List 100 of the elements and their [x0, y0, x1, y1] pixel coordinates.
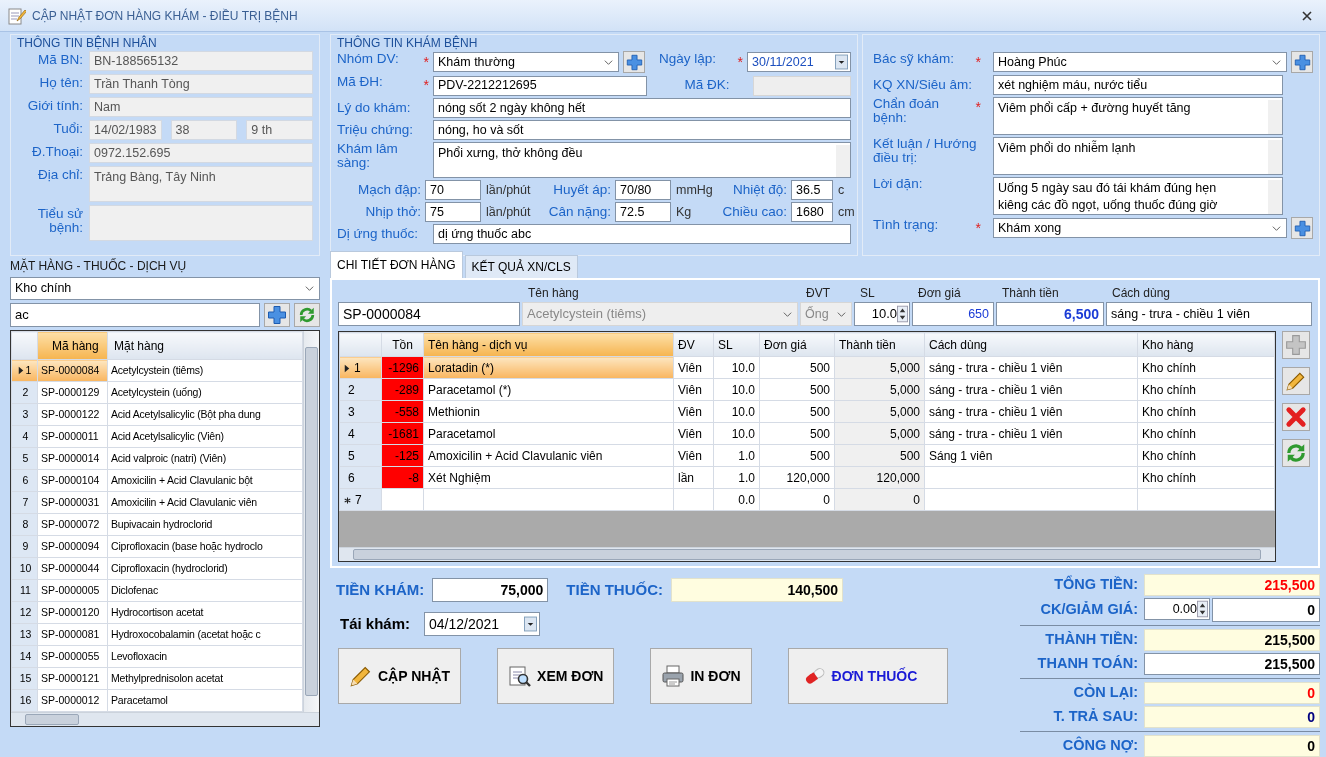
horizontal-scrollbar[interactable] [339, 547, 1275, 561]
row-header[interactable]: 5 [339, 444, 382, 467]
text-field[interactable]: dị ứng thuốc abc [433, 224, 851, 244]
tab[interactable]: KẾT QUẢ XN/CLS [464, 255, 578, 278]
dropdown[interactable]: Khám thường [433, 52, 619, 72]
text-field[interactable]: 9 th [246, 120, 313, 140]
field-label: Tái khám: [340, 613, 411, 634]
text-field[interactable]: nóng, ho và sốt [433, 120, 851, 140]
table-cell: Ciprofloxacin (base hoặc hydroclo [107, 535, 303, 558]
dropdown[interactable]: Kho chính [10, 277, 320, 300]
printer-icon [661, 664, 686, 688]
column-header[interactable]: Cách dùng [924, 332, 1138, 357]
row-header[interactable]: 14 [11, 645, 38, 668]
field-label: SL [859, 285, 876, 302]
text-field[interactable]: 36.5 [791, 180, 833, 200]
delete-button[interactable] [1282, 403, 1310, 431]
tab[interactable]: CHI TIẾT ĐƠN HÀNG [330, 251, 463, 278]
text-field[interactable]: sáng - trưa - chiều 1 viên [1106, 302, 1312, 326]
row-header[interactable]: 5 [11, 447, 38, 470]
text-field[interactable]: 650 [912, 302, 994, 326]
text-field[interactable]: 75 [425, 202, 481, 222]
add-button[interactable] [264, 303, 290, 327]
text-area[interactable]: Phổi xưng, thở không đều [433, 142, 851, 178]
text-area[interactable]: Viêm phổi do nhiễm lạnh [993, 137, 1283, 175]
spinner[interactable]: 0.00 [1144, 598, 1210, 620]
row-header[interactable]: 16 [11, 689, 38, 712]
date-picker[interactable]: 04/12/2021 [424, 612, 541, 636]
text-field[interactable]: nóng sốt 2 ngày không hết [433, 98, 851, 118]
action-button[interactable]: XEM ĐƠN [497, 648, 615, 704]
row-header[interactable]: 4 [11, 425, 38, 448]
row-header[interactable]: 4 [339, 422, 382, 445]
row-header[interactable]: 6 [11, 469, 38, 492]
action-button[interactable]: CẬP NHẬT [338, 648, 462, 704]
text-field[interactable] [89, 205, 313, 241]
column-header[interactable]: Mặt hàng [107, 331, 303, 360]
action-button[interactable]: ĐƠN THUỐC [787, 648, 949, 704]
column-header[interactable]: SL [713, 332, 760, 357]
text-field[interactable]: 1680 [791, 202, 833, 222]
refresh-button[interactable] [1282, 439, 1310, 467]
text-field[interactable]: Nam [89, 97, 313, 117]
row-header[interactable]: 6 [339, 466, 382, 489]
text-field[interactable]: 6,500 [996, 302, 1104, 326]
edit-button[interactable] [1282, 367, 1310, 395]
text-field[interactable]: 215,500 [1144, 653, 1320, 675]
row-number: 7 [22, 495, 29, 508]
row-header[interactable]: 13 [11, 623, 38, 646]
row-header[interactable]: 10 [11, 557, 38, 580]
row-header[interactable]: 8 [11, 513, 38, 536]
text-area[interactable]: Viêm phổi cấp + đường huyết tăng [993, 97, 1283, 135]
text-field[interactable]: BN-188565132 [89, 51, 313, 71]
spinner[interactable]: 10.0 [854, 302, 910, 326]
column-header[interactable]: Tồn [381, 332, 424, 357]
text-field[interactable]: SP-0000084 [338, 302, 520, 326]
row-header[interactable]: 9 [11, 535, 38, 558]
column-header[interactable]: Mã hàng [37, 331, 108, 360]
text-field[interactable]: 38 [170, 120, 238, 140]
text-field[interactable]: 72.5 [615, 202, 671, 222]
row-header[interactable]: 2 [339, 378, 382, 401]
row-header[interactable]: 7 [11, 491, 38, 514]
row-header[interactable]: 15 [11, 667, 38, 690]
text-field[interactable]: 70 [425, 180, 481, 200]
row-header[interactable]: 1 [11, 359, 38, 382]
text-field[interactable]: Trảng Bàng, Tây Ninh [89, 166, 313, 202]
text-area[interactable]: Uống 5 ngày sau đó tái khám đúng hẹn kiêng các đồ ngọt, uống thuốc đúng giờ [993, 177, 1283, 215]
row-header[interactable]: 1 [339, 356, 382, 379]
row-header[interactable]: 11 [11, 579, 38, 602]
refresh-button[interactable] [294, 303, 320, 327]
text-field[interactable]: xét nghiệm máu, nước tiểu [993, 75, 1283, 95]
dropdown[interactable]: Khám xong [993, 218, 1287, 238]
caret-icon [304, 283, 315, 294]
text-field[interactable]: PDV-2212212695 [433, 75, 647, 96]
column-header[interactable]: Kho hàng [1137, 332, 1275, 357]
row-number: 1 [354, 360, 361, 375]
date-picker[interactable]: 30/11/2021 [747, 52, 851, 72]
column-header[interactable]: ĐV [673, 332, 714, 357]
text-field[interactable]: 14/02/1983 [89, 120, 162, 140]
column-header[interactable]: Đơn giá [759, 332, 835, 357]
dropdown[interactable]: Hoàng Phúc [993, 52, 1287, 72]
row-header[interactable]: 3 [339, 400, 382, 423]
text-field[interactable]: 70/80 [615, 180, 671, 200]
add-button[interactable] [623, 51, 645, 73]
add-button[interactable] [1291, 51, 1313, 73]
action-button[interactable]: IN ĐƠN [650, 648, 752, 704]
text-field[interactable] [753, 75, 851, 96]
column-header[interactable]: Thành tiền [834, 332, 925, 357]
row-header[interactable]: 7 [339, 488, 382, 511]
add-button[interactable] [1291, 217, 1313, 239]
text-field[interactable]: 0 [1212, 598, 1320, 622]
column-header[interactable]: Tên hàng - dịch vụ [423, 332, 674, 357]
field-label: Họ tên: [38, 74, 83, 92]
row-number: 16 [19, 693, 32, 706]
vertical-scrollbar[interactable] [303, 331, 319, 712]
row-header[interactable]: 3 [11, 403, 38, 426]
search-field[interactable]: ac [10, 303, 260, 327]
text-field[interactable]: 0972.152.695 [89, 143, 313, 163]
text-field[interactable]: Trần Thanh Tòng [89, 74, 313, 94]
row-header[interactable]: 12 [11, 601, 38, 624]
horizontal-scrollbar[interactable] [11, 712, 319, 726]
row-header[interactable]: 2 [11, 381, 38, 404]
text-field[interactable]: 75,000 [432, 578, 549, 602]
